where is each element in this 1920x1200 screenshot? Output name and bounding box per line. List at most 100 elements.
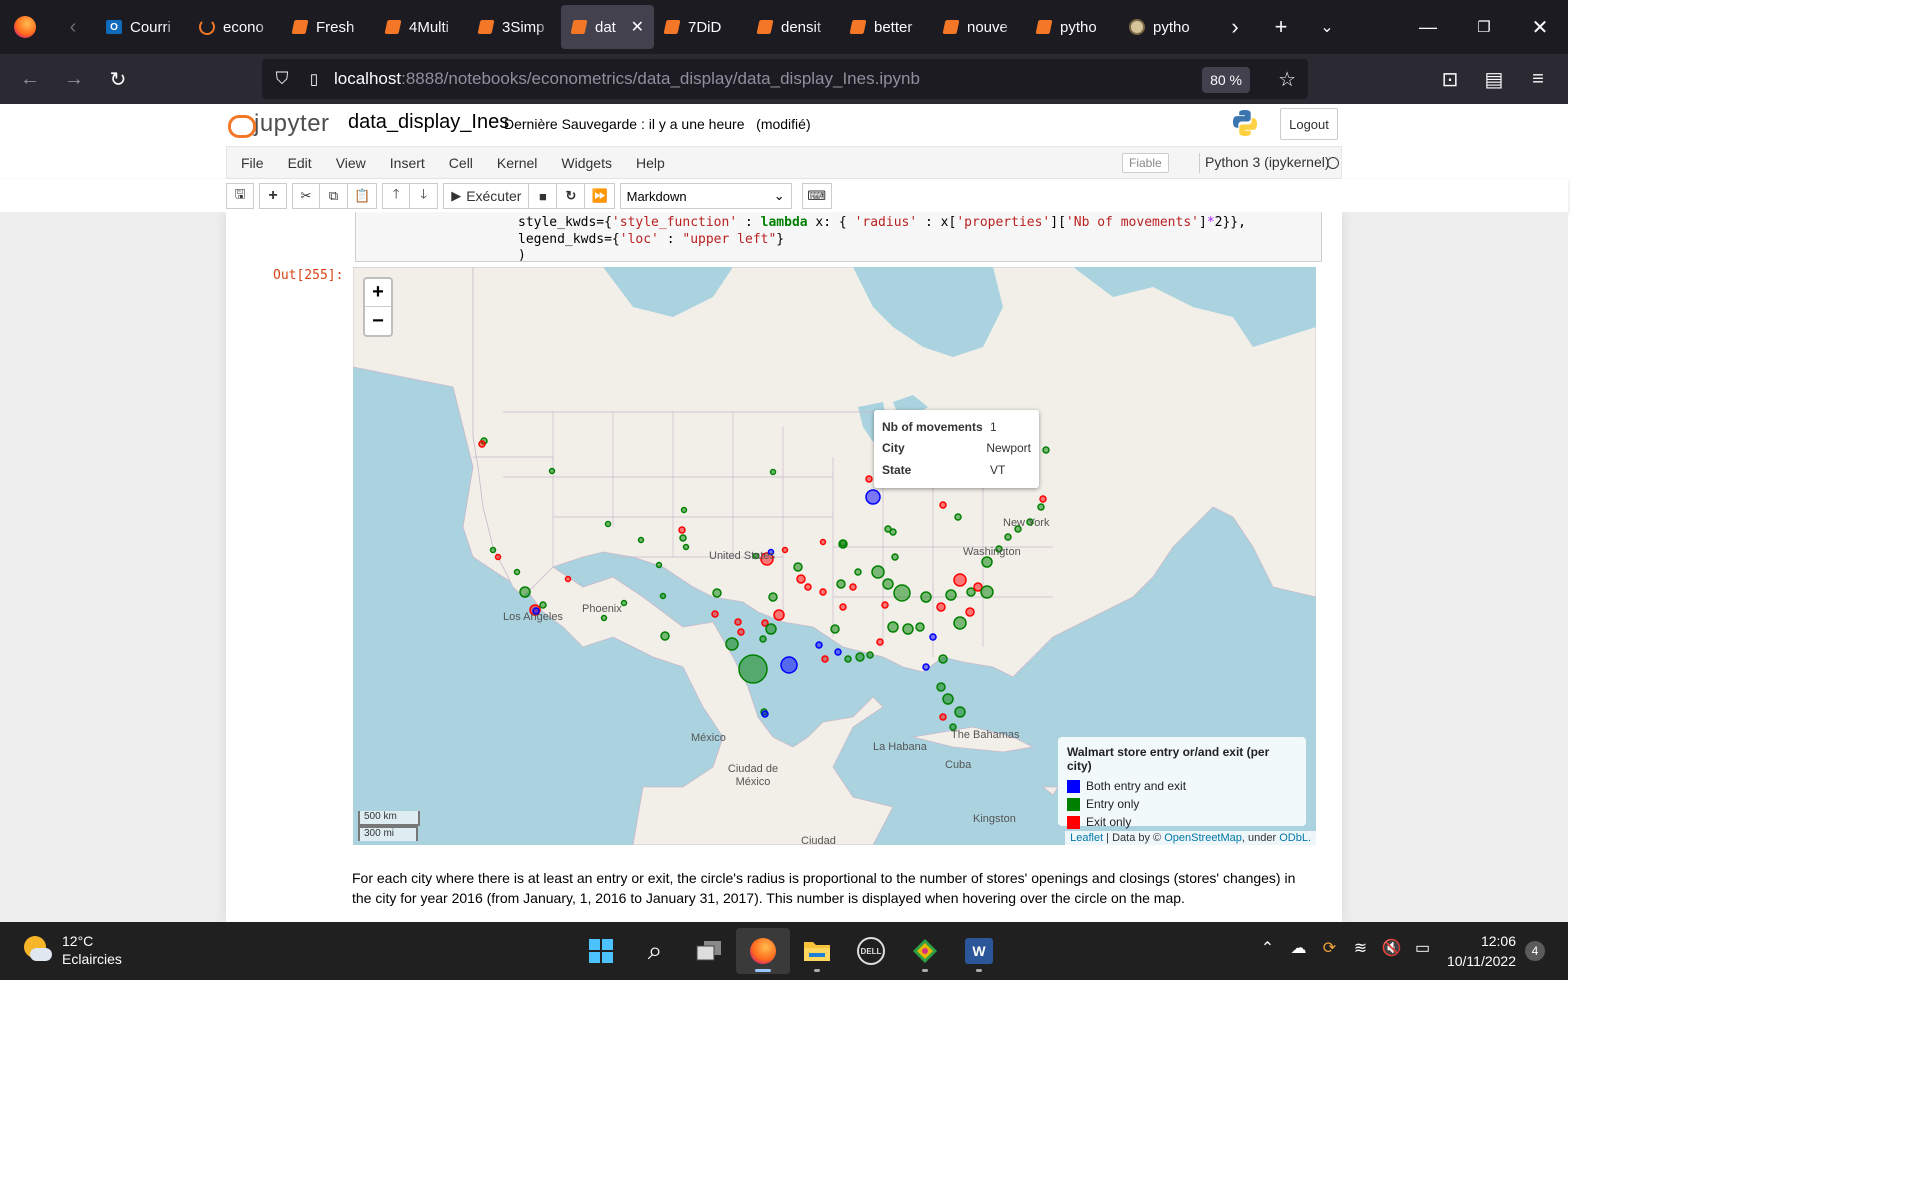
taskbar-snipping-tool[interactable] bbox=[898, 928, 952, 974]
browser-tab[interactable]: 4Multi bbox=[375, 5, 468, 49]
weather-widget[interactable]: 12°C Eclaircies bbox=[24, 932, 122, 968]
trusted-indicator[interactable]: Fiable bbox=[1122, 153, 1169, 173]
weather-condition: Eclaircies bbox=[62, 951, 122, 967]
menu-help[interactable]: Help bbox=[624, 155, 677, 171]
taskbar-task-view[interactable] bbox=[682, 928, 736, 974]
zoom-out-button[interactable]: − bbox=[365, 307, 391, 335]
browser-tab[interactable]: better bbox=[840, 5, 933, 49]
menu-insert[interactable]: Insert bbox=[378, 155, 437, 171]
tab-label: 4Multi bbox=[409, 18, 450, 36]
tooltip-value: VT bbox=[990, 462, 1006, 477]
tab-scroll-left-icon[interactable]: ‹ bbox=[50, 0, 96, 54]
taskbar-clock[interactable]: 12:06 10/11/2022 bbox=[1440, 931, 1516, 971]
tooltip-row: State VT bbox=[882, 459, 1031, 481]
leaflet-map[interactable]: United States New York Washington Phoeni… bbox=[353, 267, 1316, 845]
tracking-protection-shield-icon[interactable]: ⛉ bbox=[262, 69, 302, 89]
sync-icon[interactable]: ⟳ bbox=[1314, 938, 1345, 958]
kernel-name[interactable]: Python 3 (ipykernel) bbox=[1205, 154, 1330, 170]
notification-count-badge[interactable]: 4 bbox=[1525, 941, 1545, 961]
save-icon[interactable]: 🖫 bbox=[226, 183, 254, 209]
bookmark-star-icon[interactable]: ☆ bbox=[1278, 67, 1296, 92]
zoom-level-badge[interactable]: 80 % bbox=[1202, 67, 1250, 93]
label-la-habana: La Habana bbox=[873, 741, 927, 753]
url-text[interactable]: localhost:8888/notebooks/econometrics/da… bbox=[334, 69, 920, 89]
browser-tab[interactable]: O Courri bbox=[96, 5, 189, 49]
move-up-icon[interactable]: 🡑 bbox=[382, 183, 411, 209]
list-all-tabs-icon[interactable]: ⌄ bbox=[1304, 0, 1350, 54]
label-cuba: Cuba bbox=[945, 759, 972, 771]
app-menu-icon[interactable]: ≡ bbox=[1516, 54, 1560, 104]
restart-run-all-icon[interactable]: ⏩ bbox=[585, 183, 615, 209]
tooltip-key: State bbox=[882, 462, 912, 477]
command-palette-keyboard-icon[interactable]: ⌨ bbox=[801, 183, 832, 209]
browser-tab[interactable]: 7DiD bbox=[654, 5, 747, 49]
menu-cell[interactable]: Cell bbox=[437, 155, 485, 171]
menu-widgets[interactable]: Widgets bbox=[549, 155, 624, 171]
insert-cell-below-icon[interactable]: + bbox=[259, 183, 287, 209]
back-icon[interactable]: ← bbox=[8, 54, 52, 104]
taskbar-firefox[interactable] bbox=[736, 928, 790, 974]
show-hidden-icons-chevron-up-icon[interactable]: ⌃ bbox=[1252, 938, 1283, 958]
browser-tab[interactable]: 3Simp bbox=[468, 5, 561, 49]
cut-cells-icon[interactable]: ✂ bbox=[292, 183, 320, 209]
menu-view[interactable]: View bbox=[324, 155, 378, 171]
zoom-in-button[interactable]: + bbox=[365, 279, 391, 307]
wifi-icon[interactable]: ≋ bbox=[1345, 938, 1376, 958]
interrupt-kernel-icon[interactable]: ■ bbox=[529, 183, 558, 209]
osm-link[interactable]: OpenStreetMap bbox=[1164, 832, 1242, 844]
logout-button[interactable]: Logout bbox=[1280, 108, 1338, 140]
browser-tab[interactable]: Fresh bbox=[282, 5, 375, 49]
label-los-angeles: Los Angeles bbox=[503, 611, 563, 623]
url-bar[interactable]: ⛉ ▯ localhost:8888/notebooks/econometric… bbox=[262, 59, 1308, 99]
browser-tab[interactable]: pytho bbox=[1026, 5, 1119, 49]
speaker-muted-icon[interactable]: 🔇 bbox=[1376, 938, 1407, 958]
close-window-icon[interactable]: ✕ bbox=[1512, 0, 1568, 54]
cell-type-select[interactable]: Markdown ⌄ bbox=[619, 183, 792, 209]
browser-tab[interactable]: nouve bbox=[933, 5, 1026, 49]
taskbar-word[interactable]: W bbox=[952, 928, 1006, 974]
taskbar-search[interactable]: ⌕ bbox=[628, 928, 682, 974]
legend-swatch-exit bbox=[1067, 815, 1080, 829]
restart-kernel-icon[interactable]: ↻ bbox=[557, 183, 586, 209]
taskbar-dell[interactable]: DELL bbox=[844, 928, 898, 974]
firefox-menu-icon[interactable] bbox=[0, 0, 50, 54]
menu-kernel[interactable]: Kernel bbox=[485, 155, 549, 171]
move-down-icon[interactable]: 🡓 bbox=[410, 183, 439, 209]
legend-title: Walmart store entry or/and exit (per cit… bbox=[1067, 745, 1270, 773]
page-info-icon[interactable]: ▯ bbox=[302, 70, 326, 88]
run-button[interactable]: ▶ Exécuter bbox=[443, 183, 530, 209]
reader-document-icon[interactable]: ▤ bbox=[1472, 54, 1516, 104]
menu-file[interactable]: File bbox=[227, 155, 276, 171]
notebook-icon bbox=[942, 19, 960, 35]
battery-icon[interactable]: ▭ bbox=[1407, 938, 1438, 958]
browser-tab[interactable]: econo bbox=[189, 5, 282, 49]
taskbar-file-explorer[interactable] bbox=[790, 928, 844, 974]
odbl-link[interactable]: ODbL. bbox=[1279, 832, 1311, 844]
notebook-title[interactable]: data_display_Ines bbox=[348, 111, 509, 134]
forward-icon[interactable]: → bbox=[52, 54, 96, 104]
browser-tab[interactable]: pytho bbox=[1119, 5, 1212, 49]
pocket-icon[interactable]: ⊡ bbox=[1428, 54, 1472, 104]
tab-scroll-right-icon[interactable]: › bbox=[1212, 0, 1258, 54]
browser-tab[interactable]: densit bbox=[747, 5, 840, 49]
legend-label: Entry only bbox=[1086, 797, 1140, 811]
close-tab-icon[interactable]: ✕ bbox=[631, 17, 644, 37]
notebook-icon bbox=[384, 19, 402, 35]
code-cell-input[interactable]: style_kwds={'style_function' : lambda x:… bbox=[355, 212, 1322, 262]
jupyter-logo[interactable]: jupyter bbox=[228, 110, 330, 138]
tab-label: Courri bbox=[130, 18, 171, 36]
minimize-window-icon[interactable]: — bbox=[1400, 0, 1456, 54]
onedrive-cloud-icon[interactable]: ☁ bbox=[1283, 938, 1314, 958]
paste-cells-icon[interactable]: 📋 bbox=[348, 183, 378, 209]
restore-window-icon[interactable]: ❐ bbox=[1456, 0, 1512, 54]
weather-temperature: 12°C bbox=[62, 933, 94, 949]
copy-cells-icon[interactable]: ⧉ bbox=[320, 183, 348, 209]
tooltip-value: 1 bbox=[990, 419, 997, 434]
browser-tab[interactable]: dat ✕ bbox=[561, 5, 654, 49]
start-button[interactable] bbox=[574, 928, 628, 974]
tooltip-row: Nb of movements 1 bbox=[882, 416, 1031, 438]
leaflet-link[interactable]: Leaflet bbox=[1070, 832, 1103, 844]
menu-edit[interactable]: Edit bbox=[276, 155, 324, 171]
reload-icon[interactable]: ↻ bbox=[96, 54, 140, 104]
new-tab-icon[interactable]: + bbox=[1258, 0, 1304, 54]
